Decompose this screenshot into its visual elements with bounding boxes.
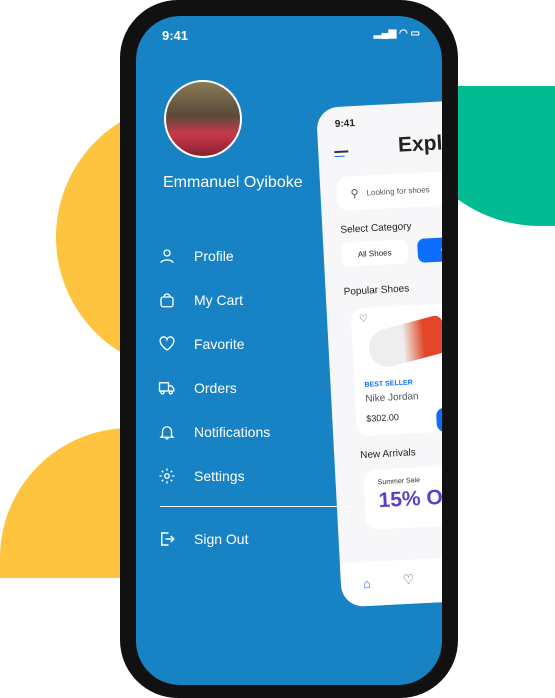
menu-item-label: Favorite — [194, 336, 245, 352]
shoe-image — [364, 314, 442, 371]
heart-icon[interactable]: ♡ — [359, 314, 369, 325]
heart-icon — [159, 336, 175, 351]
sale-value: 15% OFF — [378, 484, 442, 513]
bell-icon — [159, 426, 175, 440]
person-icon — [160, 249, 174, 264]
preview-title: Explo — [397, 130, 442, 157]
truck-icon — [158, 382, 175, 395]
user-name: Emmanuel Oyiboke — [163, 174, 303, 191]
product-price: $302.00 — [366, 412, 400, 424]
menu-item-label: My Cart — [194, 292, 243, 308]
menu-item-profile[interactable]: Profile — [158, 234, 270, 278]
preview-time: 9:41 — [334, 117, 356, 131]
status-time: 9:41 — [162, 28, 189, 43]
menu-item-label: Settings — [194, 468, 245, 484]
sale-banner[interactable]: Summer Sale 15% OFF — [363, 463, 442, 530]
search-icon: ⚲ — [350, 187, 359, 200]
home-icon[interactable]: ⌂ — [363, 576, 372, 591]
bottom-nav: ⌂ ♡ — [339, 555, 442, 608]
search-input[interactable]: ⚲ Looking for shoes — [335, 169, 442, 212]
product-name: Nike Jordan — [365, 391, 419, 405]
hamburger-icon[interactable] — [334, 150, 349, 160]
select-category-heading: Select Category — [340, 221, 412, 236]
best-seller-badge: BEST SELLER — [364, 379, 413, 389]
menu-item-label: Profile — [194, 248, 234, 264]
avatar[interactable] — [164, 80, 242, 158]
bag-icon — [160, 293, 174, 308]
product-card[interactable]: ♡ BEST SELLER Nike Jordan $302.00 — [350, 303, 442, 437]
phone-screen: 9:41 ▂▄▆ ◠ ▭ Emmanuel Oyiboke 9:41 Explo… — [136, 16, 442, 685]
menu-item-orders[interactable]: Orders — [158, 366, 270, 410]
status-icons: ▂▄▆ ◠ ▭ — [373, 28, 420, 39]
gear-icon — [159, 468, 175, 484]
app-preview-card: 9:41 Explo ⚲ Looking for shoes Select Cat… — [316, 100, 442, 608]
sale-label: Summer Sale — [377, 477, 421, 487]
menu-item-label: Notifications — [194, 424, 271, 440]
chip-outdoor[interactable]: Out — [416, 235, 442, 263]
menu-item-favorite[interactable]: Favorite — [158, 322, 270, 366]
side-menu: Profile My Cart Favorite Orders Notification… — [158, 234, 270, 498]
sign-out-button[interactable]: Sign Out — [158, 530, 248, 548]
status-bar: 9:41 ▂▄▆ ◠ ▭ — [162, 28, 420, 43]
menu-item-settings[interactable]: Settings — [158, 454, 270, 498]
menu-item-notifications[interactable]: Notifications — [158, 410, 270, 454]
new-arrivals-heading: New Arrivals — [359, 447, 417, 462]
chip-all-shoes[interactable]: All Shoes — [341, 239, 409, 267]
menu-item-my-cart[interactable]: My Cart — [158, 278, 270, 322]
sign-out-icon — [161, 532, 175, 546]
menu-item-label: Orders — [194, 380, 237, 396]
divider — [160, 506, 350, 507]
search-placeholder: Looking for shoes — [366, 184, 430, 197]
popular-heading: Popular Shoes — [343, 283, 410, 298]
sign-out-label: Sign Out — [194, 531, 249, 547]
heart-icon[interactable]: ♡ — [402, 572, 414, 589]
